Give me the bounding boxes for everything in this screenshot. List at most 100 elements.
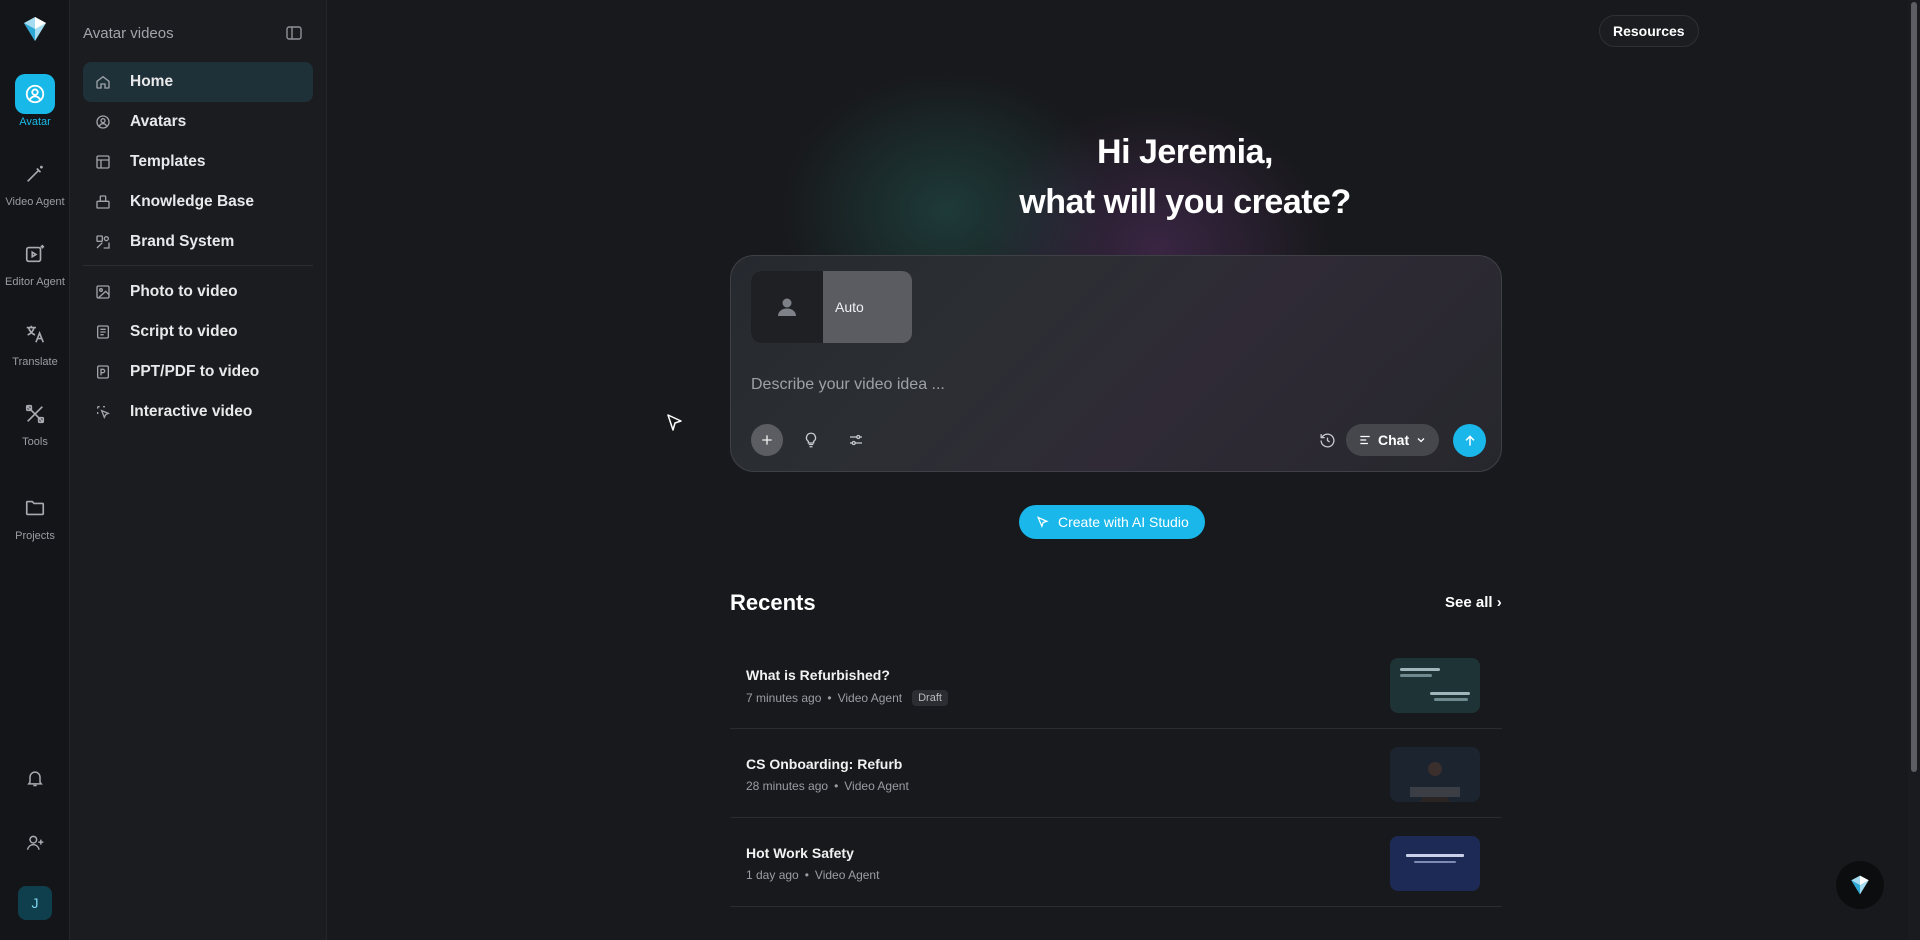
ppt-icon — [95, 364, 111, 380]
mouse-pointer-icon — [667, 414, 682, 431]
rail-item-label: Editor Agent — [5, 276, 65, 288]
recent-time: 7 minutes ago — [746, 691, 822, 705]
add-attachment-button[interactable] — [751, 424, 783, 456]
interactive-icon — [95, 404, 111, 420]
hero-question: what will you create? — [1019, 183, 1351, 221]
avatar: J — [18, 886, 52, 920]
rail-item-tools[interactable]: Tools — [0, 394, 70, 448]
sidebar-item-label: Brand System — [130, 233, 235, 250]
sidebar-item-script-to-video[interactable]: Script to video — [83, 312, 313, 352]
rail-item-label: Tools — [22, 436, 48, 448]
studio-button-label: Create with AI Studio — [1058, 514, 1189, 530]
status-badge: Draft — [912, 690, 948, 706]
sidebar-item-avatars[interactable]: Avatars — [83, 102, 313, 142]
rail-item-editor-agent[interactable]: Editor Agent — [0, 234, 70, 288]
templates-icon — [95, 154, 111, 170]
sidebar-item-label: PPT/PDF to video — [130, 363, 260, 380]
sidebar-item-label: Script to video — [130, 323, 238, 340]
resources-button[interactable]: Resources — [1599, 15, 1699, 47]
ideas-button[interactable] — [795, 424, 827, 456]
app-root: Avatar Video Agent Editor Agent Translat… — [0, 0, 1920, 940]
tools-icon — [15, 394, 55, 434]
script-icon — [95, 324, 111, 340]
sidebar: Avatar videos Home Avatars Templates Kno… — [70, 0, 327, 940]
sidebar-divider — [83, 265, 313, 266]
list-item[interactable]: Hot Work Safety 1 day ago • Video Agent — [730, 818, 1502, 907]
avatar-placeholder-icon — [751, 271, 823, 343]
user-menu-button[interactable]: J — [0, 886, 70, 920]
avatar-icon — [95, 114, 111, 130]
history-button[interactable] — [1311, 424, 1343, 456]
sidebar-item-label: Interactive video — [130, 403, 253, 420]
sidebar-item-interactive-video[interactable]: Interactive video — [83, 392, 313, 432]
sidebar-collapse-icon[interactable] — [286, 26, 302, 40]
sidebar-item-ppt-pdf-to-video[interactable]: PPT/PDF to video — [83, 352, 313, 392]
list-item[interactable]: What is Refurbished? 7 minutes ago • Vid… — [730, 640, 1502, 729]
add-user-icon — [26, 835, 44, 850]
meta-separator: • — [804, 868, 809, 882]
recents-heading: Recents — [730, 590, 816, 615]
knowledge-icon — [95, 194, 111, 210]
sidebar-item-templates[interactable]: Templates — [83, 142, 313, 182]
rail-item-label: Projects — [15, 530, 55, 542]
avatar-icon — [15, 74, 55, 114]
sidebar-nav-secondary: Photo to video Script to video PPT/PDF t… — [83, 272, 313, 432]
prompt-composer: Auto Chat — [730, 255, 1502, 472]
recent-thumbnail — [1390, 836, 1480, 891]
mode-dropdown[interactable]: Chat — [1346, 424, 1440, 456]
settings-button[interactable] — [840, 424, 872, 456]
cursor-click-icon — [1036, 515, 1049, 528]
rail-item-translate[interactable]: Translate — [0, 314, 70, 368]
sidebar-item-home[interactable]: Home — [83, 62, 313, 102]
mode-dropdown-label: Chat — [1378, 432, 1410, 448]
rail-item-label: Video Agent — [5, 196, 65, 208]
recent-thumbnail — [1390, 658, 1480, 713]
rail-item-projects[interactable]: Projects — [0, 488, 70, 542]
video-idea-input[interactable] — [751, 371, 1471, 399]
sidebar-item-label: Photo to video — [130, 283, 238, 300]
recent-time: 28 minutes ago — [746, 779, 829, 793]
lightbulb-icon — [805, 432, 817, 448]
align-left-icon — [1360, 435, 1370, 445]
rail-item-label: Avatar — [19, 116, 51, 128]
create-with-ai-studio-button[interactable]: Create with AI Studio — [1019, 505, 1205, 539]
home-icon — [95, 74, 111, 90]
video-edit-icon — [15, 234, 55, 274]
chevron-down-icon — [1417, 438, 1425, 443]
main-content: Resources Hi Jeremia, what will you crea… — [327, 0, 1910, 940]
recent-title: Hot Work Safety — [746, 845, 854, 861]
app-logo-icon[interactable] — [21, 15, 49, 43]
sidebar-item-label: Home — [130, 73, 174, 90]
list-item[interactable]: CS Onboarding: Refurb 28 minutes ago • V… — [730, 729, 1502, 818]
sidebar-item-knowledge-base[interactable]: Knowledge Base — [83, 182, 313, 222]
sidebar-item-photo-to-video[interactable]: Photo to video — [83, 272, 313, 312]
arrow-up-icon — [1464, 434, 1475, 446]
notifications-button[interactable] — [0, 768, 70, 788]
recent-source: Video Agent — [844, 779, 909, 793]
sidebar-nav-primary: Home Avatars Templates Knowledge Base Br… — [83, 62, 313, 262]
recent-source: Video Agent — [814, 868, 880, 882]
recent-meta: 28 minutes ago • Video Agent — [746, 779, 909, 793]
brand-icon — [95, 234, 111, 250]
plus-icon — [762, 435, 772, 445]
app-rail: Avatar Video Agent Editor Agent Translat… — [0, 0, 70, 940]
rail-item-video-agent[interactable]: Video Agent — [0, 154, 70, 208]
avatar-selector-label: Auto — [835, 299, 864, 315]
sidebar-title: Avatar videos — [83, 25, 174, 42]
see-all-link[interactable]: See all › — [1445, 594, 1502, 611]
avatar-selector[interactable]: Auto — [751, 271, 912, 343]
rail-item-avatar[interactable]: Avatar — [0, 74, 70, 128]
history-icon — [1319, 433, 1334, 448]
magic-wand-icon — [15, 154, 55, 194]
app-logo-icon — [1851, 875, 1869, 895]
send-button[interactable] — [1453, 424, 1486, 457]
scrollbar-thumb[interactable] — [1911, 2, 1917, 772]
assistant-fab-button[interactable] — [1836, 861, 1884, 909]
sidebar-item-brand-system[interactable]: Brand System — [83, 222, 313, 262]
sidebar-item-label: Avatars — [130, 113, 187, 130]
invite-user-button[interactable] — [0, 833, 70, 853]
recents-list: What is Refurbished? 7 minutes ago • Vid… — [730, 640, 1502, 907]
scrollbar[interactable] — [1908, 0, 1920, 940]
rail-item-label: Translate — [12, 356, 58, 368]
recent-meta: 7 minutes ago • Video Agent Draft — [746, 690, 948, 706]
